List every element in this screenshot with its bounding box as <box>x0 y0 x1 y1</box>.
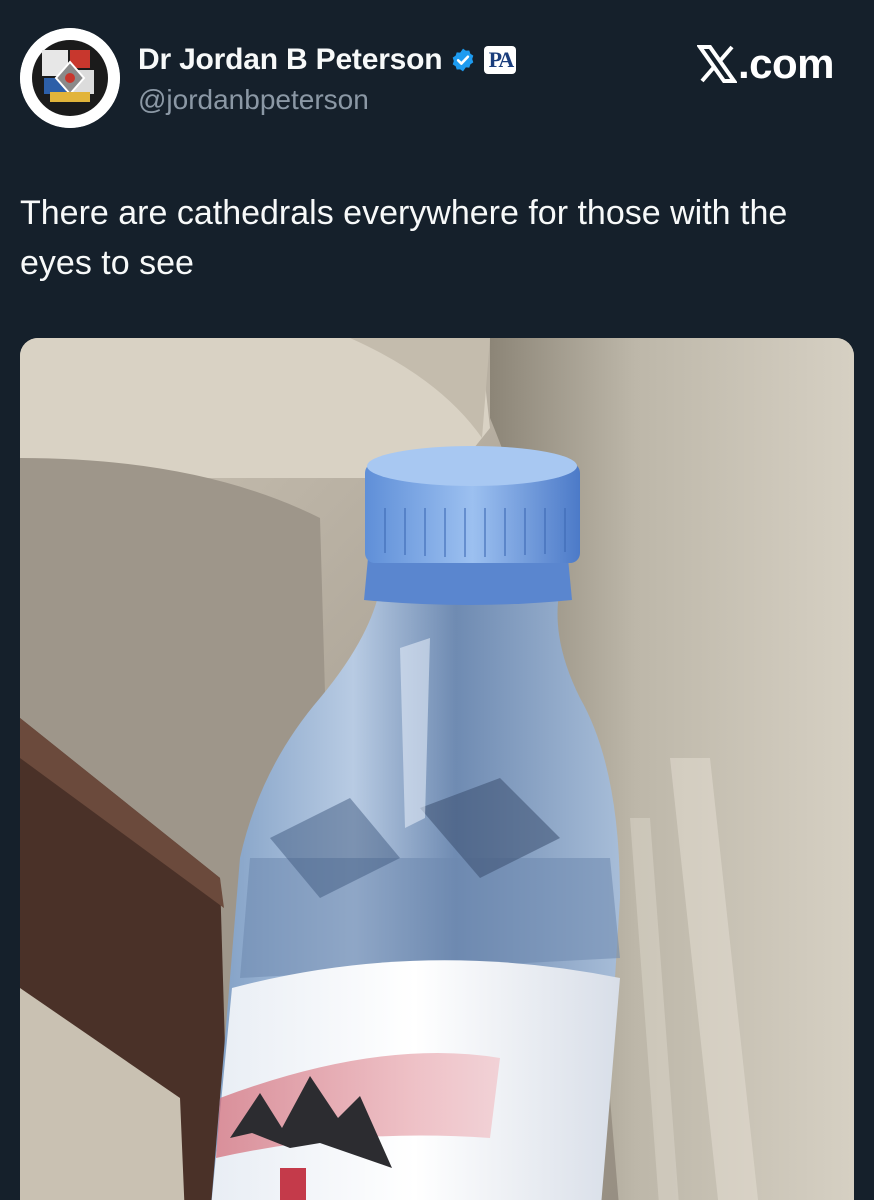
author-avatar[interactable] <box>20 28 120 128</box>
water-bottle-photo <box>20 338 854 1200</box>
author-handle[interactable]: @jordanbpeterson <box>138 84 369 116</box>
author-display-name[interactable]: Dr Jordan B Peterson <box>138 43 443 77</box>
author-name-row: Dr Jordan B Peterson PA <box>138 40 517 80</box>
avatar-image <box>20 28 120 128</box>
affiliate-badge-icon[interactable]: PA <box>484 46 517 74</box>
site-watermark: .com <box>696 40 835 88</box>
verified-checkmark-icon[interactable] <box>450 47 476 73</box>
site-domain-suffix: .com <box>737 40 835 87</box>
tweet-body-text: There are cathedrals everywhere for thos… <box>20 194 788 282</box>
x-logo-icon <box>696 44 737 84</box>
tweet-header: Dr Jordan B Peterson PA @jordanbpeterson… <box>20 28 835 132</box>
tweet-media-photo[interactable] <box>20 338 854 1200</box>
tweet-card: Dr Jordan B Peterson PA @jordanbpeterson… <box>0 0 874 1200</box>
